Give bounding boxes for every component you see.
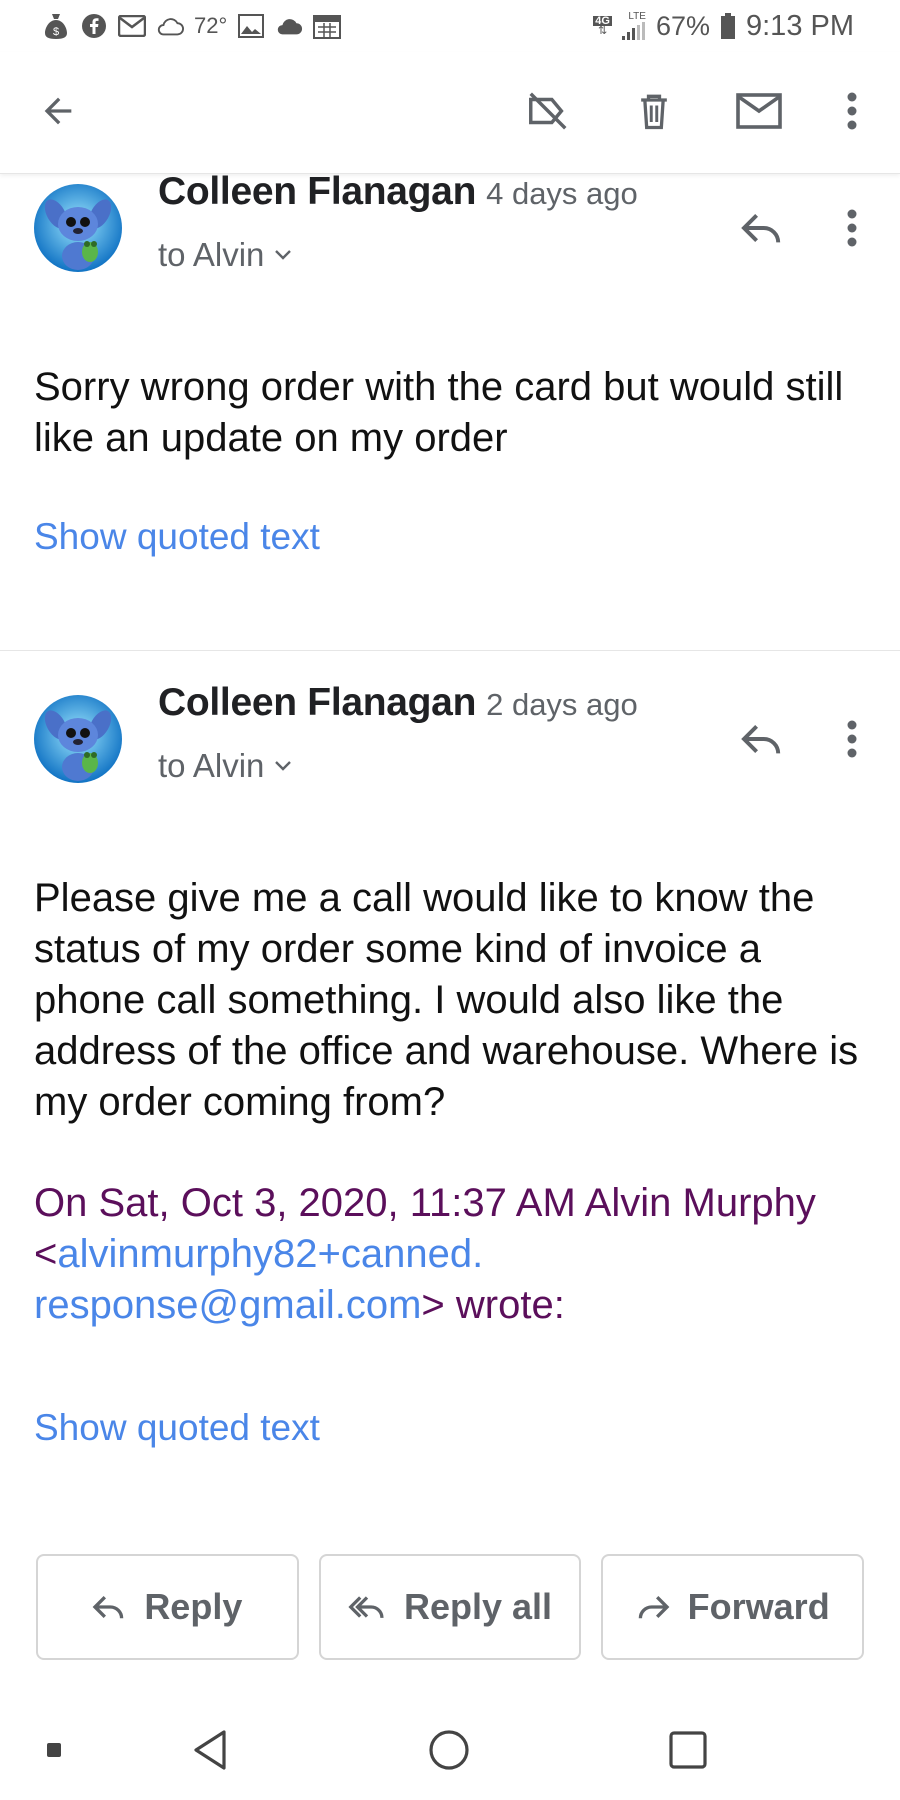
facebook-icon bbox=[80, 12, 108, 40]
message-more-button[interactable] bbox=[822, 198, 882, 258]
mail-icon bbox=[736, 93, 782, 129]
message-body: Sorry wrong order with the card but woul… bbox=[34, 365, 844, 460]
avatar[interactable] bbox=[34, 184, 122, 272]
gmail-icon bbox=[118, 12, 146, 40]
message-more-button[interactable] bbox=[822, 709, 882, 769]
show-quoted-text-link[interactable]: Show quoted text bbox=[34, 1407, 320, 1449]
reply-all-label: Reply all bbox=[403, 1586, 553, 1627]
sender-name-text: Colleen Flanagan bbox=[158, 681, 477, 724]
network-indicator: 4G ⇅ bbox=[593, 16, 612, 37]
battery-icon bbox=[720, 12, 736, 40]
signal-icon bbox=[621, 22, 645, 40]
chevron-down-icon bbox=[275, 761, 292, 771]
more-options-button[interactable] bbox=[824, 83, 880, 139]
circle-home-icon bbox=[429, 1730, 469, 1770]
temperature: 72° bbox=[194, 13, 228, 38]
nav-recents-button[interactable] bbox=[660, 1722, 716, 1778]
reply-all-icon bbox=[348, 1596, 384, 1619]
more-vert-icon bbox=[847, 720, 857, 758]
status-bar: $ 72° 4G ⇅ LTE 67% 9:13 PM bbox=[0, 0, 900, 52]
message-body: Please give me a call would like to know… bbox=[34, 876, 859, 1124]
triangle-back-icon bbox=[194, 1730, 226, 1770]
calendar-icon bbox=[313, 12, 342, 40]
square-dot-icon bbox=[26, 1722, 82, 1778]
recipient-details[interactable]: to Alvin bbox=[158, 747, 292, 785]
trash-icon bbox=[641, 94, 667, 130]
more-vert-icon bbox=[847, 209, 857, 247]
forward-button[interactable]: Forward bbox=[601, 1554, 865, 1660]
arrow-left-icon bbox=[44, 97, 72, 125]
avatar[interactable] bbox=[34, 695, 122, 783]
recipient-details[interactable]: to Alvin bbox=[158, 236, 292, 274]
forward-label: Forward bbox=[687, 1586, 830, 1627]
message-date: 2 days ago bbox=[486, 687, 638, 722]
reply-icon-button[interactable] bbox=[732, 709, 792, 769]
reply-icon-button[interactable] bbox=[732, 198, 792, 258]
message-date: 4 days ago bbox=[486, 176, 638, 211]
label-off-icon bbox=[529, 92, 567, 130]
quote-email-link[interactable]: alvinmurphy82+canned. response@gmail.com bbox=[34, 1232, 483, 1327]
quote-suffix: > wrote: bbox=[421, 1283, 565, 1327]
cloud-outline-icon bbox=[156, 12, 184, 40]
toolbar bbox=[0, 52, 900, 174]
nav-home-button[interactable] bbox=[421, 1722, 477, 1778]
battery-percent: 67% bbox=[655, 10, 710, 41]
message-actions: Reply Reply all Forward bbox=[36, 1554, 865, 1660]
network-arrows-icon: ⇅ bbox=[598, 25, 608, 37]
reply-icon bbox=[741, 213, 781, 243]
sender-name: Colleen Flanagan 2 days ago bbox=[158, 681, 638, 725]
mark-unread-button[interactable] bbox=[731, 83, 787, 139]
nav-back-button[interactable] bbox=[182, 1722, 238, 1778]
chevron-down-icon bbox=[275, 250, 292, 260]
system-nav-bar bbox=[0, 1700, 900, 1800]
status-left: $ 72° bbox=[42, 12, 342, 40]
reply-button[interactable]: Reply bbox=[36, 1554, 299, 1660]
forward-icon bbox=[638, 1596, 670, 1619]
image-icon bbox=[237, 12, 265, 40]
sender-name-text: Colleen Flanagan bbox=[158, 170, 477, 213]
quote-header: On Sat, Oct 3, 2020, 11:37 AM Alvin Murp… bbox=[34, 1178, 874, 1331]
back-button[interactable] bbox=[30, 83, 86, 139]
recipient-label: to Alvin bbox=[158, 747, 265, 784]
recipient-label: to Alvin bbox=[158, 236, 265, 273]
reply-icon bbox=[92, 1596, 124, 1619]
more-vert-icon bbox=[847, 92, 857, 130]
network-sub: LTE bbox=[628, 11, 646, 22]
signal-indicator: LTE bbox=[621, 11, 646, 40]
quote-email-part-1: alvinmurphy82+canned. bbox=[57, 1232, 484, 1276]
money-bag-icon: $ bbox=[42, 12, 70, 40]
cloud-icon bbox=[275, 12, 303, 40]
status-right: 4G ⇅ LTE 67% 9:13 PM bbox=[593, 10, 854, 43]
show-quoted-text-link[interactable]: Show quoted text bbox=[34, 516, 320, 558]
quote-email-part-2: response@gmail.com bbox=[34, 1283, 422, 1327]
svg-text:$: $ bbox=[53, 26, 59, 38]
delete-button[interactable] bbox=[626, 83, 682, 139]
clock: 9:13 PM bbox=[746, 9, 854, 42]
message-divider bbox=[0, 650, 900, 651]
reply-icon bbox=[741, 724, 781, 754]
remove-label-button[interactable] bbox=[520, 83, 576, 139]
reply-all-button[interactable]: Reply all bbox=[318, 1554, 582, 1660]
reply-label: Reply bbox=[144, 1586, 243, 1627]
sender-name: Colleen Flanagan 4 days ago bbox=[158, 170, 638, 214]
square-recents-icon bbox=[669, 1731, 707, 1769]
